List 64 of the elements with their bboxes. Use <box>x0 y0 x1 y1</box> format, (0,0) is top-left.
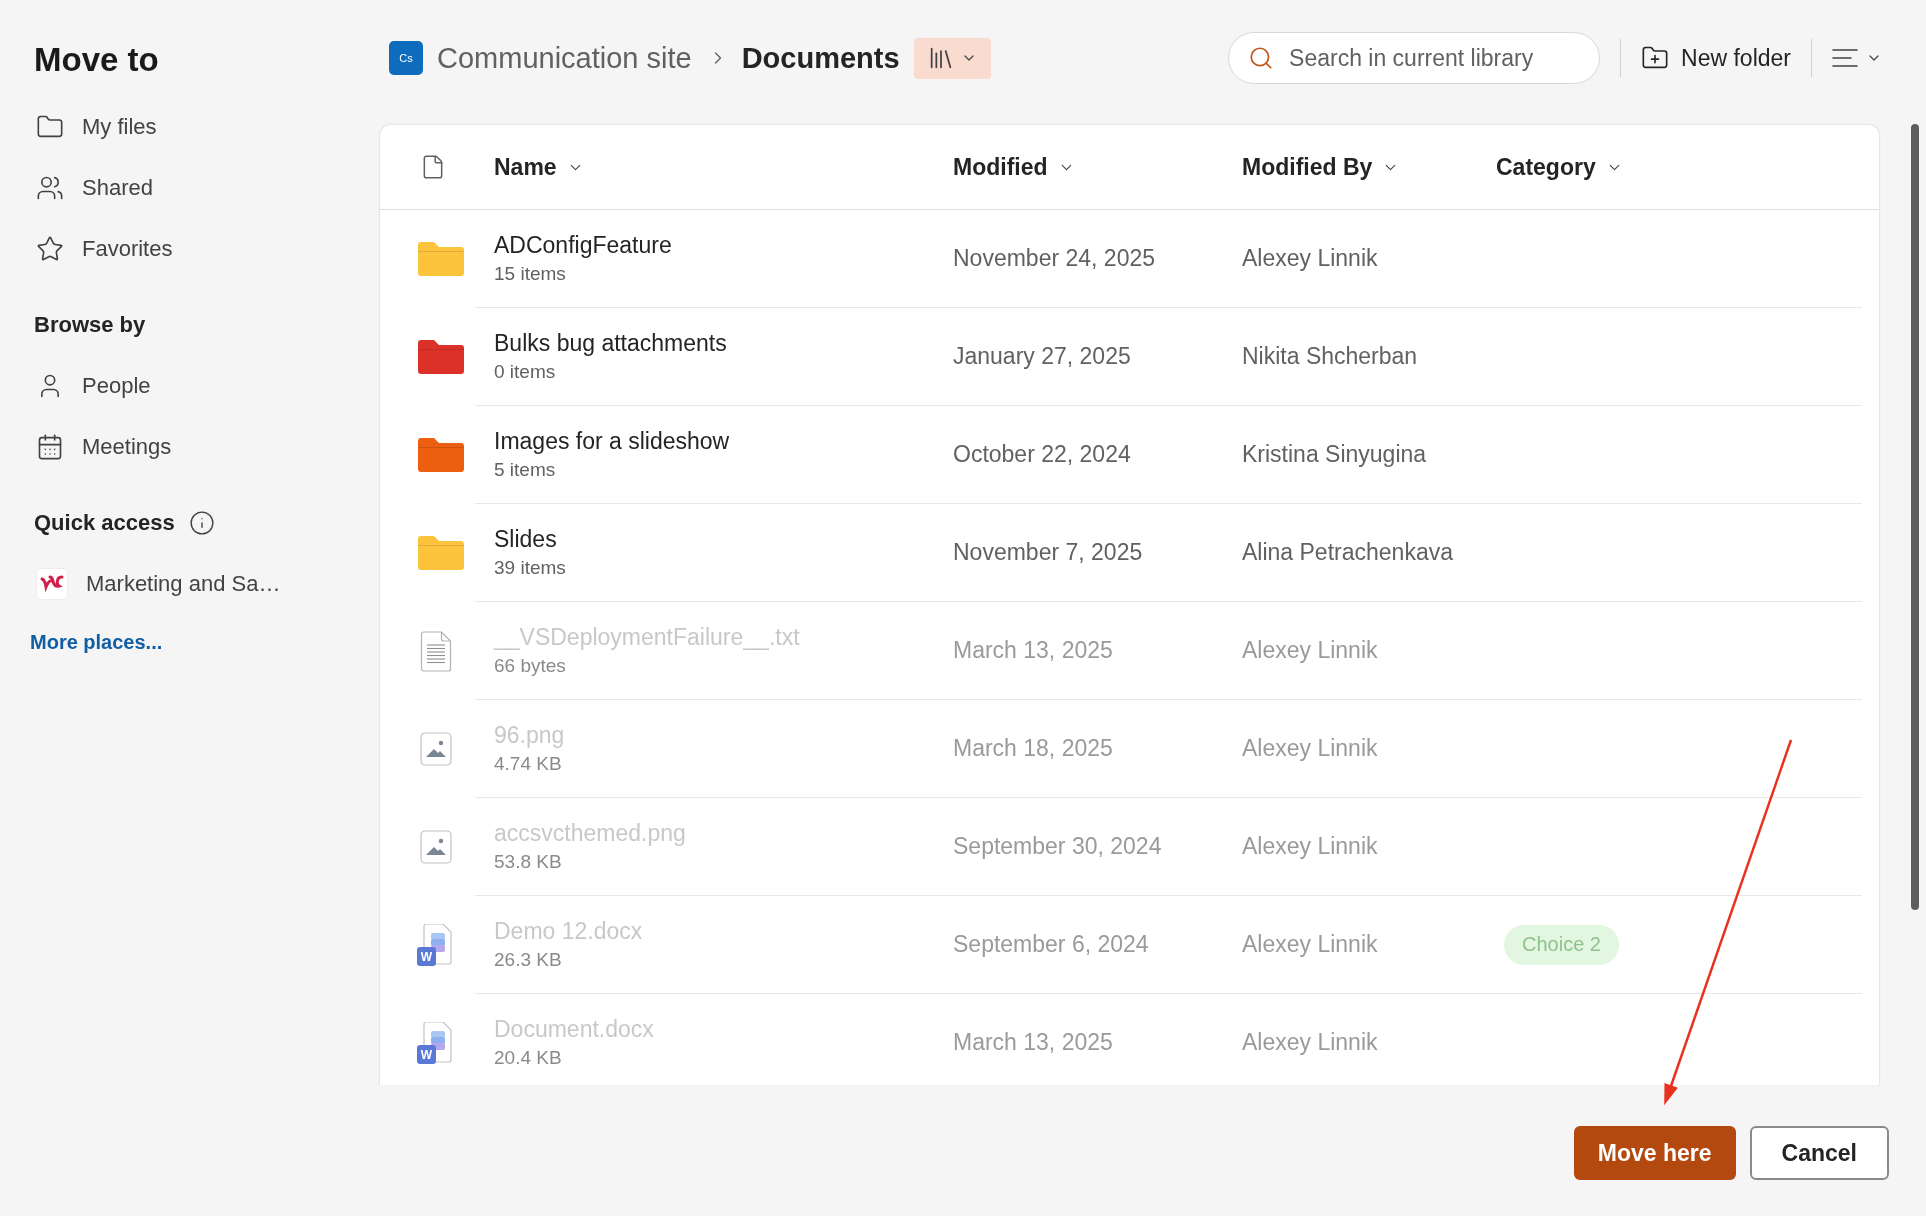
column-header[interactable]: Modified <box>953 153 1075 181</box>
modified-date: September 6, 2024 <box>953 931 1149 958</box>
section-heading: Quick access <box>34 510 175 536</box>
modified-date: October 22, 2024 <box>953 441 1131 468</box>
section-heading: Browse by <box>34 312 146 338</box>
more-places-link[interactable]: More places... <box>30 631 163 654</box>
new-folder-button[interactable]: New folder <box>1641 44 1791 72</box>
item-detail: 66 bytes <box>494 654 566 678</box>
image-file-icon <box>420 732 452 766</box>
modified-by: Alina Petrachenkava <box>1242 539 1453 566</box>
modified-date: March 13, 2025 <box>953 637 1113 664</box>
item-detail: 26.3 KB <box>494 948 562 972</box>
lines-icon <box>1832 48 1858 68</box>
column-header[interactable]: Name <box>494 153 584 181</box>
file-name[interactable]: ADConfigFeature <box>494 231 672 259</box>
modified-by: Alexey Linnik <box>1242 833 1378 860</box>
image-file-icon <box>420 830 452 864</box>
item-detail: 53.8 KB <box>494 850 562 874</box>
modified-date: March 13, 2025 <box>953 1029 1113 1056</box>
item-detail: 0 items <box>494 360 556 384</box>
modified-date: November 7, 2025 <box>953 539 1143 566</box>
breadcrumb-item[interactable]: Documents <box>741 41 900 75</box>
modified-by: Alexey Linnik <box>1242 245 1378 272</box>
modified-date: November 24, 2025 <box>953 245 1155 272</box>
library-button[interactable] <box>913 37 991 79</box>
file-name[interactable]: Images for a slideshow <box>494 427 730 455</box>
category-tag: Choice 2 <box>1504 924 1619 965</box>
item-detail: 15 items <box>494 262 566 286</box>
modified-by: Alexey Linnik <box>1242 931 1378 958</box>
sidebar-item[interactable]: Shared <box>34 157 159 218</box>
search-field[interactable]: Search in current library <box>1228 32 1601 84</box>
modified-by: Alexey Linnik <box>1242 735 1378 762</box>
calendar-icon <box>36 432 64 461</box>
item-detail: 5 items <box>494 458 556 482</box>
modified-date: March 18, 2025 <box>953 735 1113 762</box>
star-icon <box>36 234 64 263</box>
site-badge[interactable]: Cs <box>389 41 423 75</box>
cancel-button[interactable]: Cancel <box>1749 1126 1889 1180</box>
file-name[interactable]: Bulks bug attachments <box>494 329 727 357</box>
modified-by: Nikita Shcherban <box>1242 343 1418 370</box>
modified-by: Alexey Linnik <box>1242 637 1378 664</box>
modified-by: Kristina Sinyugina <box>1242 441 1427 468</box>
file-name[interactable]: Slides <box>494 525 557 553</box>
info-icon[interactable] <box>188 510 215 536</box>
column-header[interactable]: Category <box>1496 153 1623 181</box>
dialog-title: Move to <box>34 40 159 80</box>
modified-date: September 30, 2024 <box>953 833 1162 860</box>
column-header[interactable]: Modified By <box>1242 153 1400 181</box>
sidebar-item[interactable]: Favorites <box>34 218 179 279</box>
sidebar-item[interactable]: People <box>34 355 157 416</box>
search-icon <box>1248 45 1275 71</box>
item-detail: 20.4 KB <box>494 1046 562 1070</box>
sidebar-item[interactable]: Meetings <box>34 416 178 477</box>
scrollbar-thumb[interactable] <box>1911 124 1919 910</box>
site-logo-icon <box>36 567 68 600</box>
sidebar-item[interactable]: My files <box>34 96 163 157</box>
sidebar-item[interactable]: Marketing and Sa… <box>34 553 287 614</box>
item-detail: 4.74 KB <box>494 752 562 776</box>
move-here-button[interactable]: Move here <box>1573 1126 1736 1180</box>
item-detail: 39 items <box>494 556 566 580</box>
modified-date: January 27, 2025 <box>953 343 1131 370</box>
modified-by: Alexey Linnik <box>1242 1029 1378 1056</box>
text-file-icon <box>420 630 452 672</box>
breadcrumb-item[interactable]: Communication site <box>437 41 692 75</box>
